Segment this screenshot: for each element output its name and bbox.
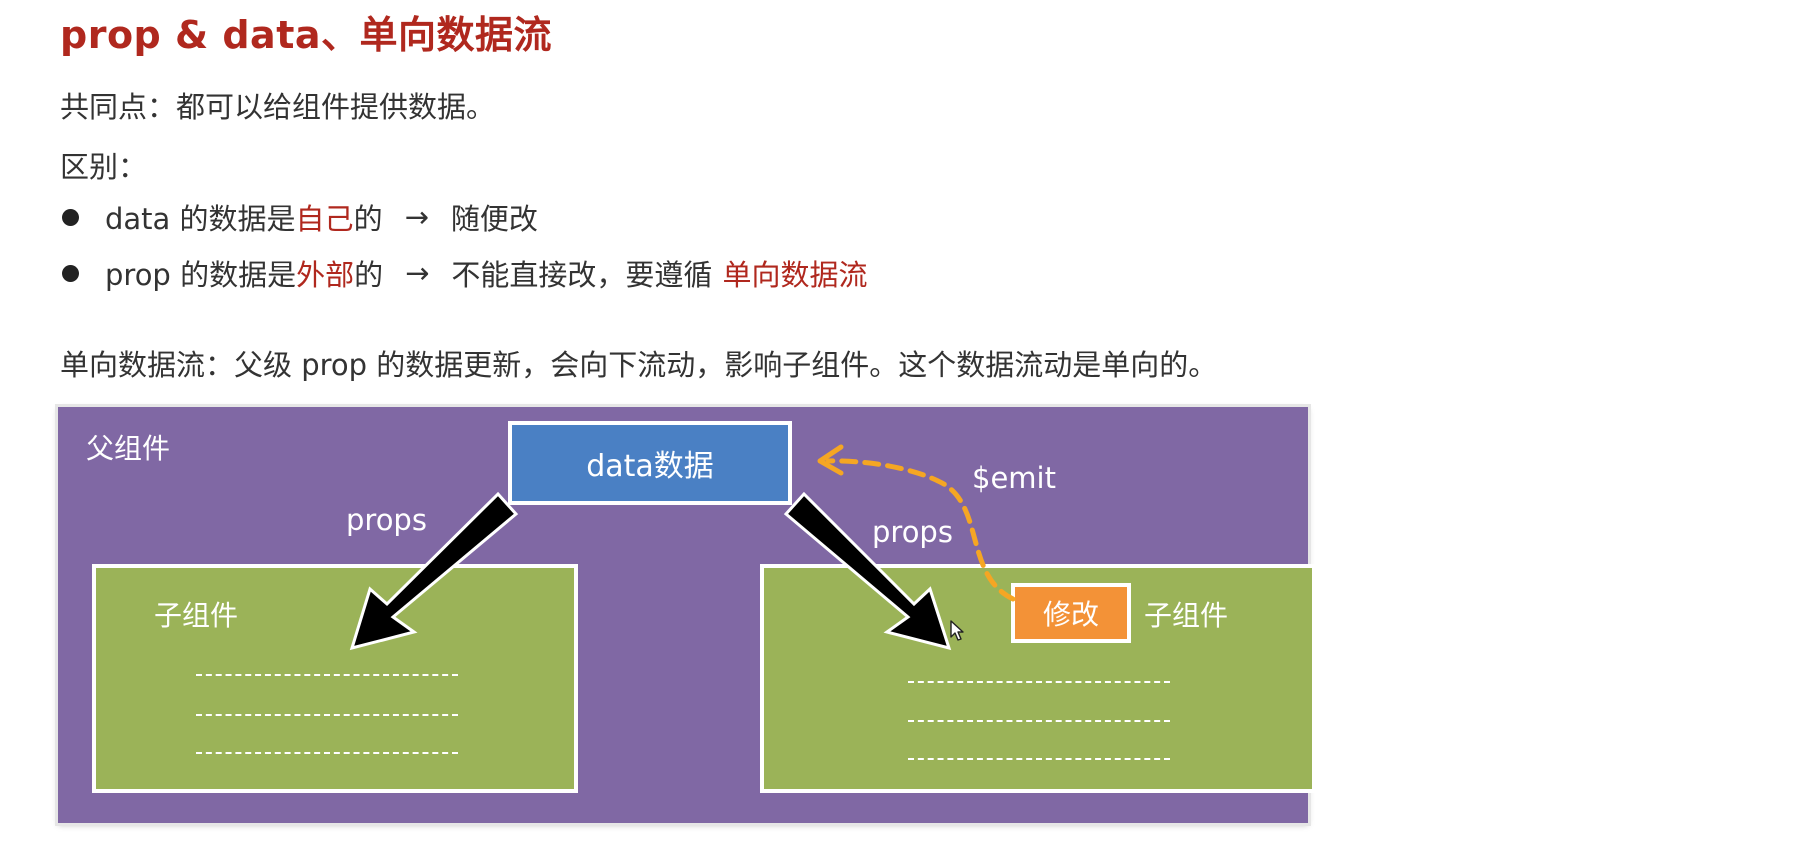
bullet-prop-highlight: 外部 [296, 258, 355, 292]
bullet-prop-result: 不能直接改，要遵循 [451, 258, 713, 292]
mouse-cursor-icon [950, 620, 964, 641]
diagram-arrows [349, 444, 1016, 651]
right-arrow-icon: → [405, 256, 430, 290]
bullet-dot-icon [62, 264, 79, 282]
bullet-data-suffix: 的 [353, 202, 383, 236]
common-point-text: 共同点：都可以给组件提供数据。 [60, 90, 496, 124]
bullet-data-prefix: data 的数据是 [105, 202, 296, 236]
bullet-data-result: 随便改 [450, 202, 538, 236]
difference-label: 区别： [60, 150, 148, 184]
bullet-prop-prefix: prop 的数据是 [105, 258, 297, 292]
arrow-down-right-icon [783, 491, 952, 651]
bullet-prop: prop 的数据是 外部 的 → 不能直接改，要遵循 单向数据流 [60, 252, 867, 294]
bullet-prop-suffix: 的 [354, 258, 384, 292]
bullet-dot-icon [62, 208, 79, 226]
component-diagram: 父组件 data数据 子组件 子组件 修改 props props $emit [58, 407, 1316, 823]
bullet-data: data 的数据是 自己 的 → 随便改 [60, 196, 538, 238]
right-arrow-icon: → [404, 200, 429, 234]
arrow-down-left-icon [349, 491, 519, 651]
slide-page: prop & data、单向数据流 共同点：都可以给组件提供数据。 区别： da… [0, 0, 1820, 843]
page-title: prop & data、单向数据流 [60, 13, 552, 57]
emit-curved-arrow-icon [825, 458, 1016, 602]
one-way-flow-text: 单向数据流：父级 prop 的数据更新，会向下流动，影响子组件。这个数据流动是单… [60, 348, 1218, 382]
bullet-data-highlight: 自己 [295, 202, 354, 236]
bullet-prop-result-highlight: 单向数据流 [722, 258, 868, 292]
